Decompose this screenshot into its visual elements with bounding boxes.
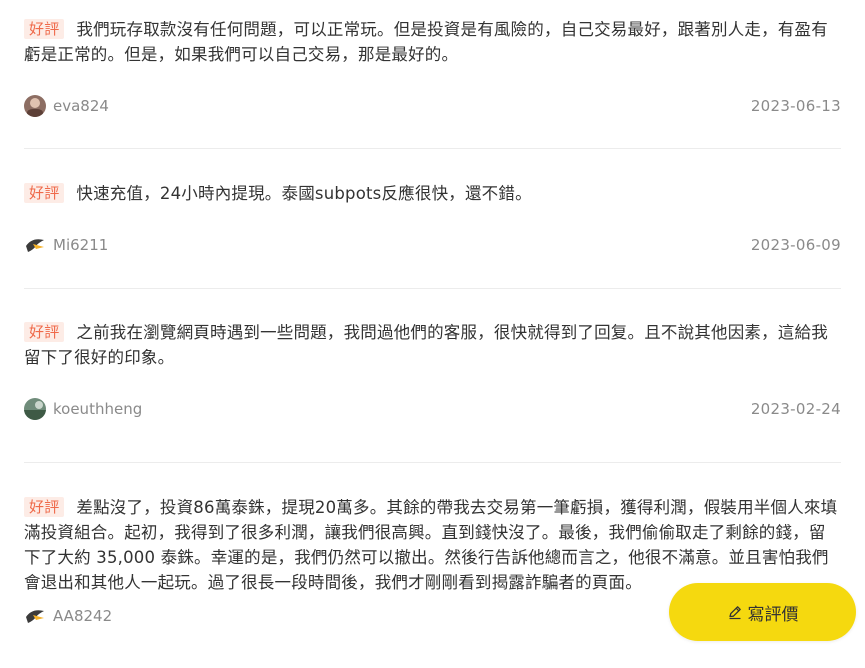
review-item: 好評 之前我在瀏覽網頁時遇到一些問題，我問過他們的客服，很快就得到了回复。且不說其… [24, 289, 841, 463]
username[interactable]: Mi6211 [53, 236, 108, 254]
write-review-label: 寫評價 [747, 604, 799, 625]
username[interactable]: koeuthheng [53, 400, 142, 418]
review-item: 好評 我們玩存取款沒有任何問題，可以正常玩。但是投資是有風險的，自己交易最好，跟著… [24, 0, 841, 149]
username[interactable]: eva824 [53, 97, 109, 115]
good-review-badge: 好評 [24, 183, 65, 203]
avatar[interactable] [24, 398, 46, 420]
review-meta: koeuthheng 2023-02-24 [24, 397, 841, 421]
review-list: 好評 我們玩存取款沒有任何問題，可以正常玩。但是投資是有風險的，自己交易最好，跟著… [24, 0, 841, 668]
avatar[interactable] [24, 605, 46, 627]
avatar[interactable] [24, 95, 46, 117]
good-review-badge: 好評 [24, 322, 65, 342]
pencil-icon [727, 604, 743, 620]
review-meta: eva824 2023-06-13 [24, 94, 841, 118]
review-body: 好評 之前我在瀏覽網頁時遇到一些問題，我問過他們的客服，很快就得到了回复。且不說其… [24, 320, 841, 370]
review-text: 之前我在瀏覽網頁時遇到一些問題，我問過他們的客服，很快就得到了回复。且不說其他因… [24, 323, 828, 367]
review-date: 2023-06-13 [750, 97, 841, 115]
review-text: 差點沒了，投資86萬泰銖，提現20萬多。其餘的帶我去交易第一筆虧損，獲得利潤，假… [24, 498, 838, 592]
review-text: 我們玩存取款沒有任何問題，可以正常玩。但是投資是有風險的，自己交易最好，跟著別人… [24, 20, 828, 64]
write-review-button[interactable]: 寫評價 [669, 583, 856, 641]
avatar[interactable] [24, 234, 46, 256]
review-meta: Mi6211 2023-06-09 [24, 233, 841, 257]
review-body: 好評 我們玩存取款沒有任何問題，可以正常玩。但是投資是有風險的，自己交易最好，跟著… [24, 17, 841, 67]
review-item: 好評 快速充值，24小時內提現。泰國subpots反應很快，還不錯。 Mi6211… [24, 149, 841, 289]
username[interactable]: AA8242 [53, 607, 112, 625]
good-review-badge: 好評 [24, 497, 65, 517]
review-date: 2023-06-09 [750, 236, 841, 254]
good-review-badge: 好評 [24, 19, 65, 39]
review-text: 快速充值，24小時內提現。泰國subpots反應很快，還不錯。 [76, 184, 532, 203]
review-body: 好評 快速充值，24小時內提現。泰國subpots反應很快，還不錯。 [24, 181, 841, 206]
review-body: 好評 差點沒了，投資86萬泰銖，提現20萬多。其餘的帶我去交易第一筆虧損，獲得利潤… [24, 495, 841, 595]
review-page: 好評 我們玩存取款沒有任何問題，可以正常玩。但是投資是有風險的，自己交易最好，跟著… [0, 0, 865, 668]
review-date: 2023-02-24 [750, 400, 841, 418]
